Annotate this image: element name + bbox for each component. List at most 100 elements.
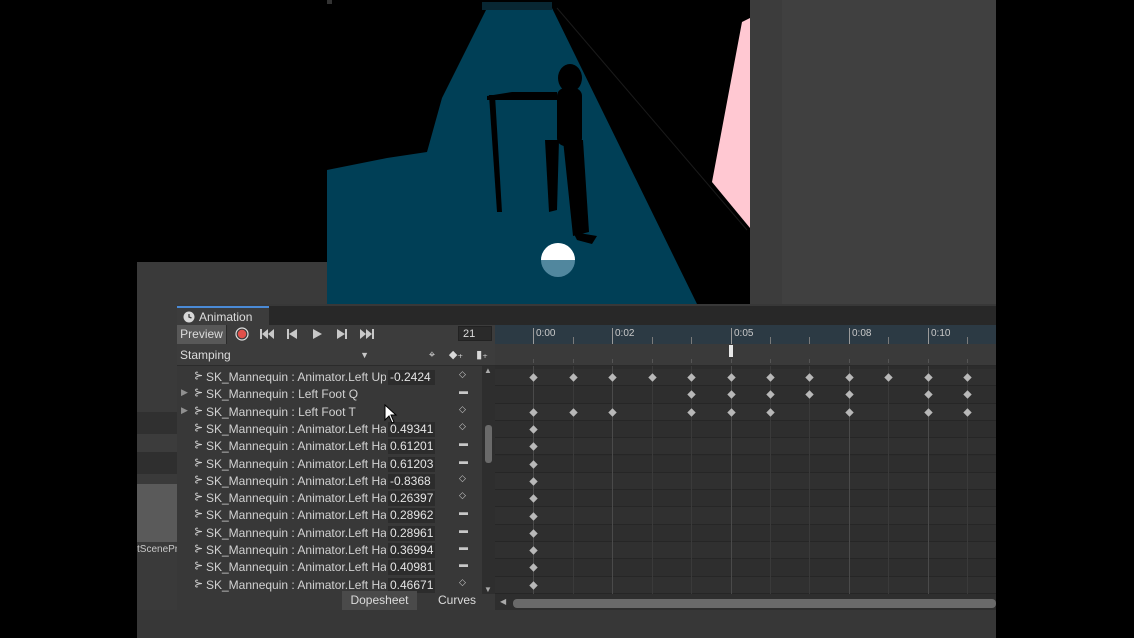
property-value-field[interactable]: 0.26397 — [388, 491, 435, 507]
chevron-down-icon: ▼ — [360, 350, 369, 360]
dopesheet-gridline — [612, 366, 613, 594]
property-row[interactable]: ⊱ SK_Mannequin : Animator.Left Ha -0.8368 ◇ — [177, 473, 482, 490]
dopesheet-row[interactable] — [495, 542, 996, 560]
event-track-tick — [770, 359, 771, 363]
keyframe-dash-icon[interactable]: ▬ — [459, 438, 468, 448]
first-keyframe-button[interactable] — [256, 325, 278, 344]
property-name: SK_Mannequin : Animator.Left Ha — [206, 525, 386, 540]
event-track-tick — [573, 359, 574, 363]
hierarchy-row[interactable] — [137, 434, 177, 452]
keyframe-diamond-icon[interactable]: ◇ — [459, 577, 466, 588]
ruler-minor-tick — [888, 337, 889, 344]
dopesheet-gridline — [770, 366, 771, 594]
asset-thumbnail[interactable] — [137, 484, 177, 542]
hierarchy-row[interactable] — [137, 452, 177, 474]
dopesheet-area[interactable] — [495, 366, 996, 594]
timeline-scrollbar-thumb[interactable] — [513, 599, 996, 608]
next-keyframe-button[interactable] — [331, 325, 353, 344]
clip-toolbar: Stamping ▼ ⌖ ◆₊ ▮₊ — [177, 344, 495, 366]
property-name: SK_Mannequin : Animator.Left Ha — [206, 508, 386, 523]
clock-icon — [183, 311, 195, 323]
event-track-tick — [967, 359, 968, 363]
property-value-field[interactable]: 0.28961 — [388, 525, 435, 541]
inspector-panel — [782, 0, 996, 304]
event-track-tick — [928, 359, 929, 363]
property-row[interactable]: ⊱ SK_Mannequin : Animator.Left Ha 0.36994 ▬ — [177, 542, 482, 559]
scrollbar-thumb[interactable] — [485, 425, 492, 463]
ruler-time-label: 0:10 — [931, 328, 951, 339]
play-icon — [313, 329, 322, 339]
property-value-field[interactable]: 0.49341 — [388, 421, 435, 437]
last-keyframe-button[interactable] — [356, 325, 378, 344]
property-value-field[interactable]: 0.28962 — [388, 508, 435, 524]
property-row[interactable]: ⊱ SK_Mannequin : Animator.Left Ha 0.26397 ◇ — [177, 490, 482, 507]
property-value-field[interactable]: 0.61203 — [388, 456, 435, 472]
keyframe-dash-icon[interactable]: ▬ — [459, 559, 468, 569]
record-button[interactable] — [231, 325, 253, 344]
frame-input[interactable]: 21 — [458, 326, 492, 341]
dopesheet-row[interactable] — [495, 472, 996, 491]
property-row[interactable]: ⊱ SK_Mannequin : Animator.Left Ha 0.61201 ▬ — [177, 438, 482, 455]
keyframe-dash-icon[interactable]: ▬ — [459, 525, 468, 535]
filter-by-selection-button[interactable]: ⌖ — [421, 346, 443, 364]
tab-animation[interactable]: Animation — [177, 306, 269, 325]
ruler-time-label: 0:02 — [615, 328, 635, 339]
dopesheet-row[interactable] — [495, 507, 996, 525]
keyframe-dash-icon[interactable]: ▬ — [459, 456, 468, 466]
timeline-ruler[interactable]: 0:00 0:02 0:05 0:08 0:10 — [495, 325, 996, 344]
property-row[interactable]: ⊱ SK_Mannequin : Animator.Left Up -0.2424 ◇ — [177, 369, 482, 386]
dopesheet-row[interactable] — [495, 559, 996, 577]
add-event-button[interactable]: ▮₊ — [471, 346, 493, 364]
property-row[interactable]: ⊱ SK_Mannequin : Animator.Left Ha 0.49341 ◇ — [177, 421, 482, 438]
property-name: SK_Mannequin : Left Foot T — [206, 404, 356, 419]
scroll-up-icon[interactable]: ▲ — [484, 366, 492, 375]
keyframe-diamond-icon[interactable]: ◇ — [459, 404, 466, 415]
dopesheet-gridline — [691, 366, 692, 594]
animation-event-marker[interactable] — [729, 345, 733, 357]
first-keyframe-icon — [260, 329, 274, 339]
clip-dropdown[interactable]: Stamping ▼ — [177, 346, 373, 364]
dopesheet-row[interactable] — [495, 455, 996, 473]
curves-tab[interactable]: Curves — [423, 591, 491, 610]
dopesheet-row[interactable] — [495, 420, 996, 439]
keyframe-diamond-icon[interactable]: ◇ — [459, 421, 466, 432]
keyframe-dash-icon[interactable]: ▬ — [459, 507, 468, 517]
previous-keyframe-button[interactable] — [281, 325, 303, 344]
add-keyframe-button[interactable]: ◆₊ — [445, 346, 467, 364]
property-value-field[interactable]: -0.8368 — [388, 473, 435, 489]
property-row[interactable]: ⊱ SK_Mannequin : Animator.Left Ha 0.28962 ▬ — [177, 507, 482, 524]
expand-arrow-icon[interactable]: ▶ — [181, 387, 188, 398]
dopesheet-row[interactable] — [495, 386, 996, 404]
property-name: SK_Mannequin : Animator.Left Ha — [206, 456, 386, 471]
property-row[interactable]: ⊱ SK_Mannequin : Animator.Left Ha 0.40981 ▬ — [177, 559, 482, 576]
property-row[interactable]: ⊱ SK_Mannequin : Animator.Left Ha 0.61203 ▬ — [177, 456, 482, 473]
keyframe-diamond-icon[interactable]: ◇ — [459, 490, 466, 501]
bone-icon: ⊱ — [194, 525, 204, 538]
property-row[interactable]: ▶ ⊱ SK_Mannequin : Left Foot Q ▬ — [177, 386, 482, 403]
property-name: SK_Mannequin : Left Foot Q — [206, 387, 359, 402]
keyframe-dash-icon[interactable]: ▬ — [459, 542, 468, 552]
property-value-field[interactable]: 0.40981 — [388, 560, 435, 576]
property-row[interactable]: ⊱ SK_Mannequin : Animator.Left Ha 0.28961 ▬ — [177, 525, 482, 542]
property-value-field[interactable]: 0.61201 — [388, 439, 435, 455]
play-button[interactable] — [306, 325, 328, 344]
property-list-scrollbar[interactable]: ▲ ▼ — [482, 366, 495, 594]
keyframe-diamond-icon[interactable]: ◇ — [459, 473, 466, 484]
expand-arrow-icon[interactable]: ▶ — [181, 405, 188, 416]
scroll-left-icon[interactable]: ◀ — [500, 597, 506, 606]
keyframe-diamond-icon[interactable]: ◇ — [459, 369, 466, 380]
dopesheet-row[interactable] — [495, 490, 996, 508]
dopesheet-row[interactable] — [495, 524, 996, 542]
scene-view[interactable] — [327, 0, 750, 304]
dopesheet-row[interactable] — [495, 576, 996, 594]
keyframe-dash-icon[interactable]: ▬ — [459, 386, 468, 396]
dopesheet-tab[interactable]: Dopesheet — [342, 591, 417, 610]
event-track[interactable] — [495, 344, 996, 366]
preview-button[interactable]: Preview — [177, 325, 227, 344]
hierarchy-row[interactable] — [137, 412, 177, 434]
property-row[interactable]: ▶ ⊱ SK_Mannequin : Left Foot T ◇ — [177, 404, 482, 421]
event-track-tick — [533, 359, 534, 363]
property-value-field[interactable]: -0.2424 — [388, 370, 435, 385]
property-value-field[interactable]: 0.36994 — [388, 543, 435, 558]
dopesheet-row[interactable] — [495, 438, 996, 456]
